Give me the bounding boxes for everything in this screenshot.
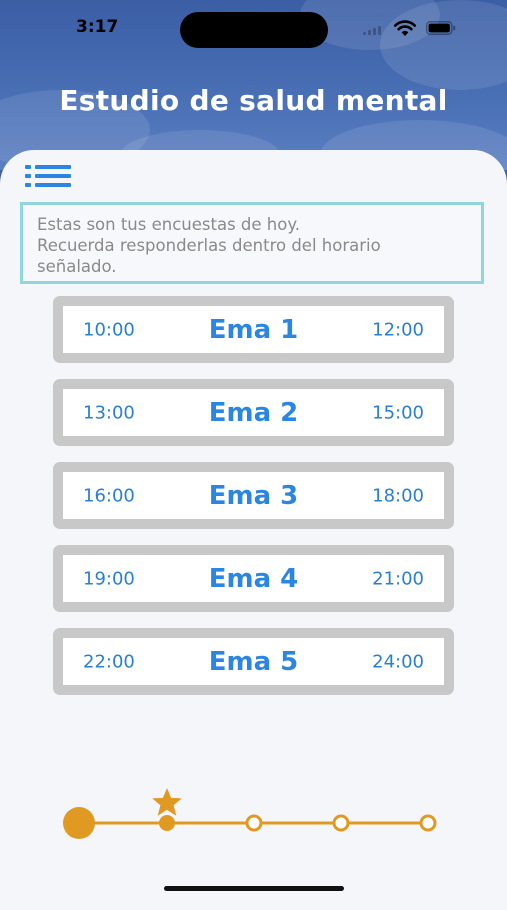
survey-end-time: 18:00 [372,485,424,506]
progress-step-current [159,815,175,831]
notice-box: Estas son tus encuestas de hoy. Recuerda… [20,202,484,284]
star-icon [152,788,182,816]
progress-step [419,814,437,832]
survey-end-time: 15:00 [372,402,424,423]
survey-card-ema-4[interactable]: 19:00 Ema 4 21:00 [53,545,454,612]
progress-step [332,814,350,832]
survey-card-ema-5[interactable]: 22:00 Ema 5 24:00 [53,628,454,695]
cellular-signal-icon [363,25,385,35]
survey-card-ema-3[interactable]: 16:00 Ema 3 18:00 [53,462,454,529]
survey-end-time: 12:00 [372,319,424,340]
home-indicator[interactable] [164,886,344,891]
progress-track [63,788,437,839]
survey-card-ema-1[interactable]: 10:00 Ema 1 12:00 [53,296,454,363]
survey-end-time: 24:00 [372,651,424,672]
dynamic-island [180,12,328,48]
battery-icon [426,21,456,35]
page-title: Estudio de salud mental [59,84,448,117]
survey-end-time: 21:00 [372,568,424,589]
notice-line: Recuerda responderlas dentro del horario [37,236,381,255]
survey-card-ema-2[interactable]: 13:00 Ema 2 15:00 [53,379,454,446]
notice-line: señalado. [37,257,117,276]
list-menu-icon[interactable] [25,164,71,188]
progress-step [245,814,263,832]
progress-start-dot [63,807,95,839]
status-time: 3:17 [76,17,119,37]
wifi-icon [393,20,417,36]
status-bar: 3:17 [0,0,507,56]
notice-line: Estas son tus encuestas de hoy. [37,215,300,234]
